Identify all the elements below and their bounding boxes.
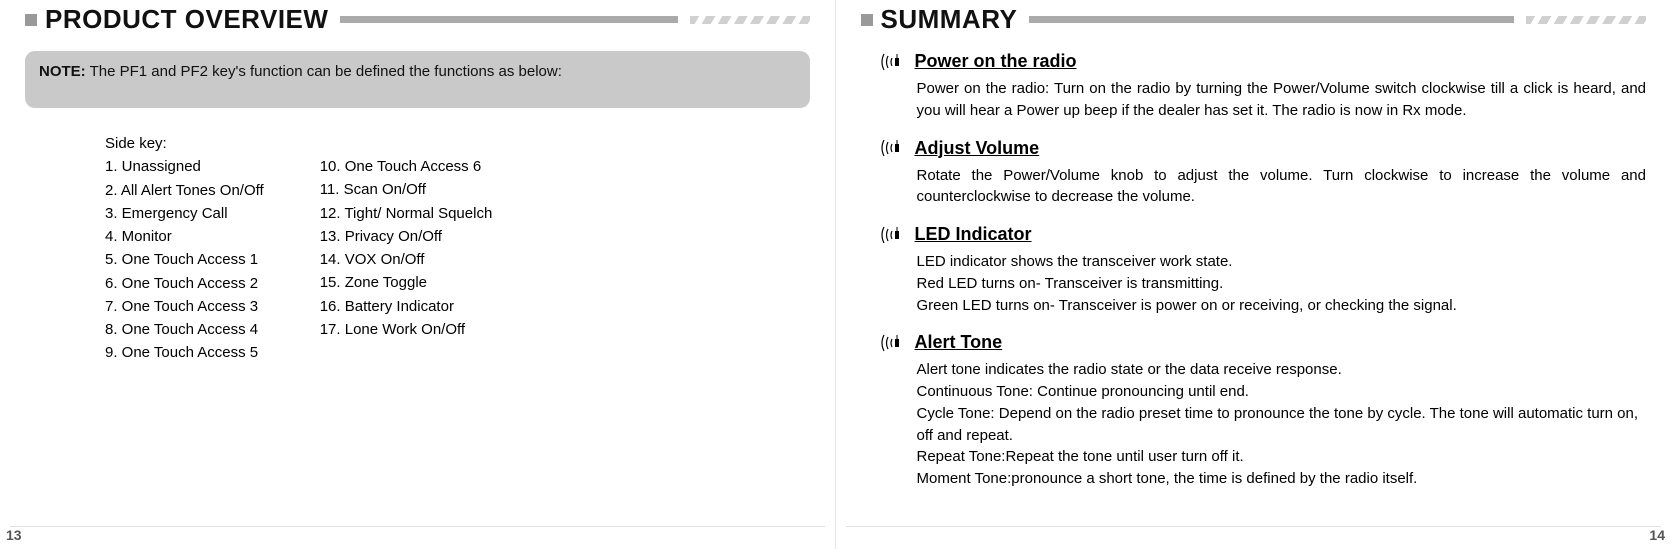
list-item: 15. Zone Toggle [320, 271, 493, 294]
section-title-right: SUMMARY [881, 4, 1018, 35]
header-rule-stripes [690, 16, 810, 24]
note-label: NOTE: [39, 63, 86, 80]
sub-body: Power on the radio: Turn on the radio by… [917, 78, 1647, 122]
side-key-col-1: Side key: 1. Unassigned 2. All Alert Ton… [105, 132, 264, 365]
side-key-columns: Side key: 1. Unassigned 2. All Alert Ton… [25, 132, 810, 365]
sub-body: Alert tone indicates the radio state or … [917, 359, 1647, 490]
page-number-right: 14 [1649, 527, 1665, 543]
section-title-left: PRODUCT OVERVIEW [45, 4, 328, 35]
summary-body: Power on the radio Power on the radio: T… [861, 51, 1647, 490]
list-item: 6. One Touch Access 2 [105, 272, 264, 295]
sub-title: Power on the radio [915, 51, 1077, 72]
list-item: 9. One Touch Access 5 [105, 341, 264, 364]
radio-wave-icon [881, 138, 907, 158]
list-item: 5. One Touch Access 1 [105, 248, 264, 271]
list-item: 14. VOX On/Off [320, 248, 493, 271]
list-item: 8. One Touch Access 4 [105, 318, 264, 341]
footer-rule [846, 526, 1662, 527]
side-key-col-2: 10. One Touch Access 6 11. Scan On/Off 1… [320, 132, 493, 365]
radio-wave-icon [881, 52, 907, 72]
page-left: PRODUCT OVERVIEW NOTE: The PF1 and PF2 k… [0, 0, 836, 549]
section-header-left: PRODUCT OVERVIEW [25, 4, 810, 35]
list-item: 7. One Touch Access 3 [105, 295, 264, 318]
sub-heading: Adjust Volume [881, 138, 1647, 159]
page-right: SUMMARY Power on the radio Power on the … [836, 0, 1671, 549]
note-box: NOTE: The PF1 and PF2 key's function can… [25, 51, 810, 108]
footer-rule [10, 526, 825, 527]
list-item: 10. One Touch Access 6 [320, 155, 493, 178]
list-item: 11. Scan On/Off [320, 178, 493, 201]
note-text: The PF1 and PF2 key's function can be de… [86, 63, 562, 80]
sub-heading: Power on the radio [881, 51, 1647, 72]
bullet-icon [861, 14, 873, 26]
sub-body: LED indicator shows the transceiver work… [917, 251, 1647, 316]
side-key-label: Side key: [105, 132, 264, 155]
sub-body: Rotate the Power/Volume knob to adjust t… [917, 165, 1647, 209]
list-item: 16. Battery Indicator [320, 295, 493, 318]
radio-wave-icon [881, 333, 907, 353]
list-item: 12. Tight/ Normal Squelch [320, 202, 493, 225]
radio-wave-icon [881, 225, 907, 245]
sub-heading: LED Indicator [881, 224, 1647, 245]
sub-title: LED Indicator [915, 224, 1032, 245]
list-item: 13. Privacy On/Off [320, 225, 493, 248]
page-spread: PRODUCT OVERVIEW NOTE: The PF1 and PF2 k… [0, 0, 1671, 549]
sub-heading: Alert Tone [881, 332, 1647, 353]
header-rule-solid [340, 16, 677, 23]
header-rule-solid [1029, 16, 1514, 23]
list-item: 17. Lone Work On/Off [320, 318, 493, 341]
sub-title: Adjust Volume [915, 138, 1040, 159]
section-header-right: SUMMARY [861, 4, 1647, 35]
list-item: 1. Unassigned [105, 155, 264, 178]
list-item: 3. Emergency Call [105, 202, 264, 225]
list-item: 4. Monitor [105, 225, 264, 248]
list-item: 2. All Alert Tones On/Off [105, 179, 264, 202]
header-rule-stripes [1526, 16, 1646, 24]
bullet-icon [25, 14, 37, 26]
page-number-left: 13 [6, 527, 22, 543]
sub-title: Alert Tone [915, 332, 1003, 353]
